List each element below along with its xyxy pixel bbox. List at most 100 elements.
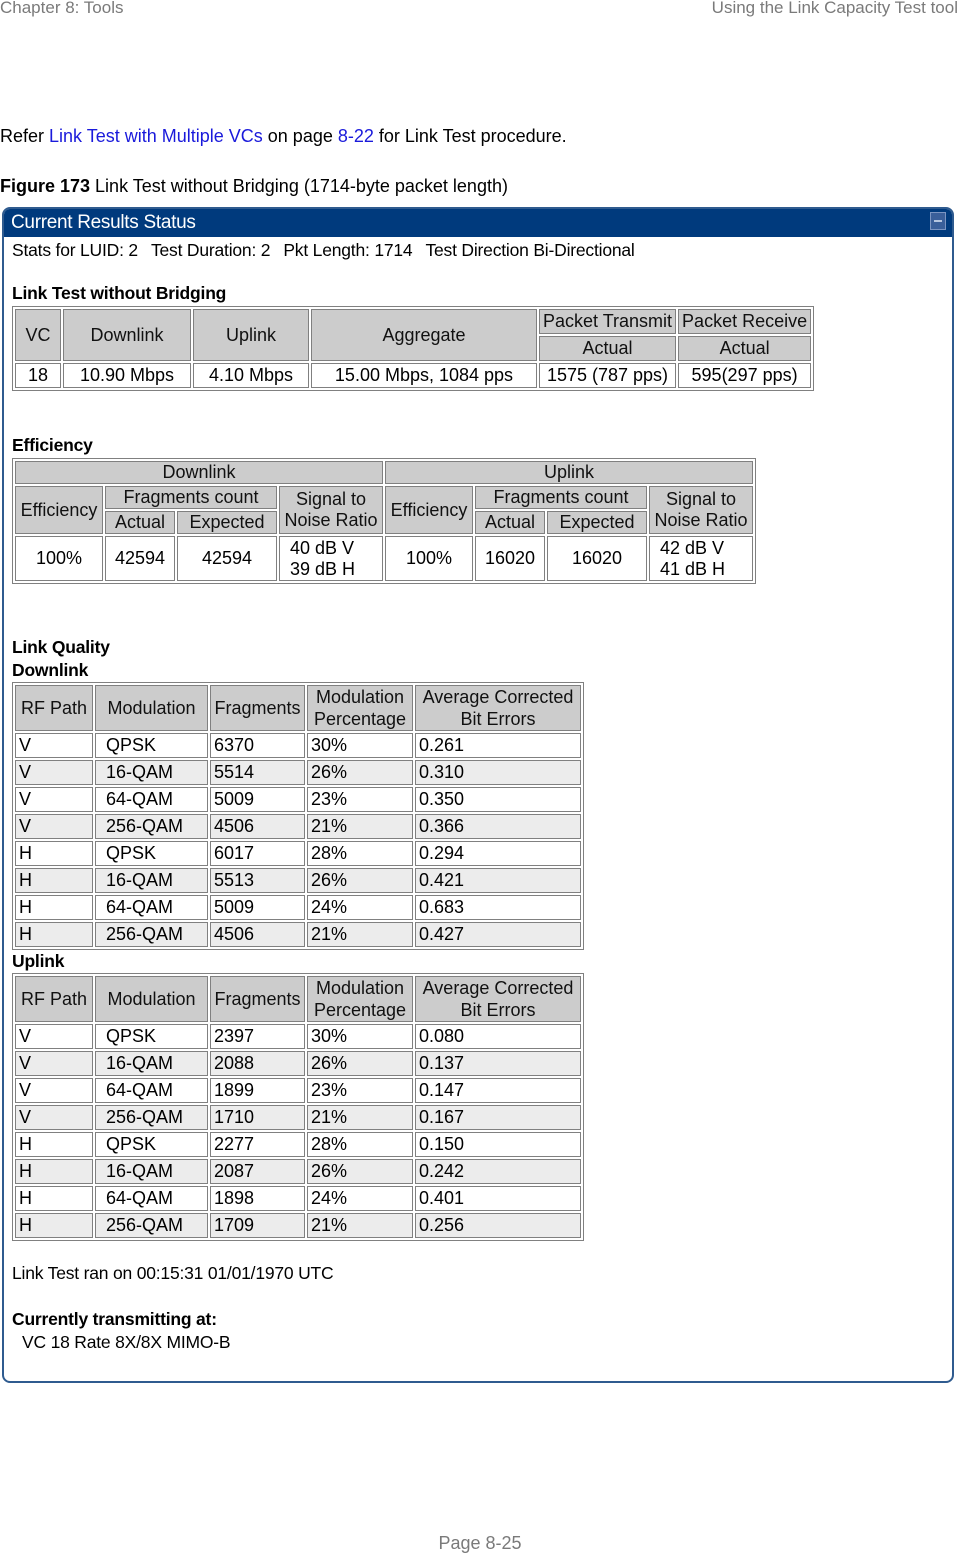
cell-modulation: 16-QAM <box>95 868 208 893</box>
cell-rf-path: V <box>15 1105 93 1130</box>
cell-avg-bit-errors: 0.261 <box>415 733 581 758</box>
dl-efficiency-header: Efficiency <box>15 486 103 534</box>
figure-text: Link Test without Bridging (1714-byte pa… <box>90 176 508 196</box>
dl-snr-v: 40 dB V <box>290 537 355 558</box>
table-row: V 64-QAM 1899 23% 0.147 <box>15 1078 581 1103</box>
cell-rf-path: V <box>15 733 93 758</box>
dl-fragments-header: Fragments count <box>105 486 277 509</box>
cell-modulation: 16-QAM <box>95 1051 208 1076</box>
cell-avg-bit-errors: 0.294 <box>415 841 581 866</box>
cell-rf-path: V <box>15 814 93 839</box>
cell-downlink: 10.90 Mbps <box>63 363 191 388</box>
cell-fragments: 6017 <box>210 841 305 866</box>
cell-modulation: 64-QAM <box>95 1186 208 1211</box>
panel-title: Current Results Status <box>11 212 196 233</box>
table-row: H QPSK 2277 28% 0.150 <box>15 1132 581 1157</box>
header-modulation: Modulation <box>95 685 208 731</box>
cell-modulation-percentage: 30% <box>307 733 413 758</box>
cell-fragments: 2277 <box>210 1132 305 1157</box>
intro-prefix: Refer <box>0 126 50 146</box>
cell-modulation: QPSK <box>95 733 208 758</box>
cell-avg-bit-errors: 0.137 <box>415 1051 581 1076</box>
panel-body: Stats for LUID: 2 Test Duration: 2 Pkt Len… <box>4 240 952 1352</box>
cell-fragments: 2088 <box>210 1051 305 1076</box>
cell-packet-receive: 595(297 pps) <box>678 363 812 388</box>
efficiency-title: Efficiency <box>12 435 93 455</box>
cell-modulation-percentage: 21% <box>307 1213 413 1238</box>
header-downlink: Downlink <box>63 309 191 361</box>
link-test-multiple-vcs-link[interactable]: Link Test with Multiple VCs <box>49 126 263 146</box>
cell-modulation-percentage: 23% <box>307 787 413 812</box>
cell-packet-transmit: 1575 (787 pps) <box>539 363 677 388</box>
page-reference-link[interactable]: 8-22 <box>338 126 374 146</box>
efficiency-downlink-group: Downlink <box>15 461 383 484</box>
stats-pkt-length: Pkt Length: 1714 <box>283 240 413 260</box>
chapter-title: Chapter 8: Tools <box>0 0 124 17</box>
dl-actual-value: 42594 <box>105 536 175 581</box>
header-packet-receive: Packet Receive <box>678 309 812 334</box>
figure-caption: Figure 173 Link Test without Bridging (1… <box>0 176 508 197</box>
link-quality-downlink-title: Downlink <box>12 660 89 680</box>
currently-transmitting-value: VC 18 Rate 8X/8X MIMO-B <box>22 1332 231 1352</box>
header-modulation-percentage: Modulation Percentage <box>307 976 413 1022</box>
table-row: H 64-QAM 1898 24% 0.401 <box>15 1186 581 1211</box>
cell-avg-bit-errors: 0.242 <box>415 1159 581 1184</box>
cell-modulation: QPSK <box>95 1132 208 1157</box>
cell-avg-bit-errors: 0.150 <box>415 1132 581 1157</box>
efficiency-uplink-group: Uplink <box>385 461 753 484</box>
cell-modulation-percentage: 21% <box>307 1105 413 1130</box>
table-row: V 16-QAM 5514 26% 0.310 <box>15 760 581 785</box>
intro-paragraph: Refer Link Test with Multiple VCs on pag… <box>0 126 567 147</box>
cell-modulation-percentage: 24% <box>307 1186 413 1211</box>
cell-fragments: 4506 <box>210 814 305 839</box>
header-packet-transmit: Packet Transmit <box>539 309 677 334</box>
table-row: 100% 42594 42594 40 dB V 39 dB H 100% 16… <box>15 536 753 581</box>
cell-avg-bit-errors: 0.683 <box>415 895 581 920</box>
table-row: H 256-QAM 4506 21% 0.427 <box>15 922 581 947</box>
cell-avg-bit-errors: 0.350 <box>415 787 581 812</box>
cell-rf-path: V <box>15 1051 93 1076</box>
minimize-icon[interactable] <box>930 212 946 230</box>
cell-rf-path: H <box>15 1159 93 1184</box>
cell-fragments: 2087 <box>210 1159 305 1184</box>
cell-avg-bit-errors: 0.147 <box>415 1078 581 1103</box>
cell-modulation: 256-QAM <box>95 922 208 947</box>
header-vc: VC <box>15 309 61 361</box>
cell-rf-path: H <box>15 895 93 920</box>
cell-fragments: 1898 <box>210 1186 305 1211</box>
header-modulation: Modulation <box>95 976 208 1022</box>
cell-avg-bit-errors: 0.167 <box>415 1105 581 1130</box>
header-rf-path: RF Path <box>15 976 93 1022</box>
table-row: V QPSK 6370 30% 0.261 <box>15 733 581 758</box>
cell-modulation-percentage: 26% <box>307 760 413 785</box>
currently-transmitting-title: Currently transmitting at: <box>12 1309 217 1329</box>
cell-modulation-percentage: 23% <box>307 1078 413 1103</box>
cell-modulation: 64-QAM <box>95 895 208 920</box>
header-actual-receive: Actual <box>678 336 812 361</box>
link-quality-uplink-title: Uplink <box>12 951 65 971</box>
cell-modulation-percentage: 26% <box>307 868 413 893</box>
ul-efficiency-header: Efficiency <box>385 486 473 534</box>
cell-modulation-percentage: 30% <box>307 1024 413 1049</box>
link-quality-uplink-table: RF Path Modulation Fragments Modulation Per… <box>12 973 584 1241</box>
ul-snr-h: 41 dB H <box>660 558 726 579</box>
page-header: Chapter 8: Tools Using the Link Capacity… <box>0 0 960 20</box>
dl-actual-header: Actual <box>105 511 175 534</box>
cell-modulation: 64-QAM <box>95 1078 208 1103</box>
link-test-ran-on: Link Test ran on 00:15:31 01/01/1970 UTC <box>12 1263 334 1283</box>
cell-rf-path: H <box>15 1213 93 1238</box>
ul-snr-v: 42 dB V <box>660 537 725 558</box>
table-row: H 16-QAM 2087 26% 0.242 <box>15 1159 581 1184</box>
table-row: H 64-QAM 5009 24% 0.683 <box>15 895 581 920</box>
cell-modulation-percentage: 26% <box>307 1051 413 1076</box>
cell-avg-bit-errors: 0.366 <box>415 814 581 839</box>
intro-middle: on page <box>262 126 338 146</box>
figure-label: Figure 173 <box>0 176 91 196</box>
intro-suffix: for Link Test procedure. <box>373 126 567 146</box>
cell-rf-path: V <box>15 1024 93 1049</box>
cell-vc: 18 <box>15 363 61 388</box>
cell-modulation-percentage: 21% <box>307 922 413 947</box>
ul-snr-value: 42 dB V 41 dB H <box>649 536 753 581</box>
cell-fragments: 2397 <box>210 1024 305 1049</box>
header-uplink: Uplink <box>193 309 309 361</box>
